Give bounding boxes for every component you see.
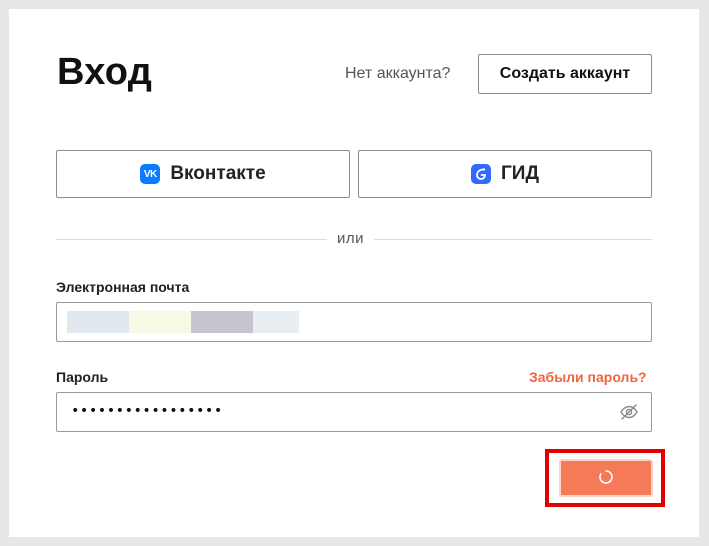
redacted-email-block bbox=[67, 311, 129, 333]
page-title: Вход bbox=[57, 51, 153, 93]
eye-off-icon[interactable] bbox=[619, 403, 639, 421]
create-account-button[interactable]: Создать аккаунт bbox=[478, 54, 652, 94]
gid-login-button[interactable]: ГИД bbox=[358, 150, 652, 198]
divider-text: или bbox=[327, 230, 375, 247]
loading-spinner-icon bbox=[598, 469, 614, 488]
email-label: Электронная почта bbox=[56, 279, 190, 295]
vk-login-label: Вконтакте bbox=[170, 163, 266, 184]
password-field[interactable]: ••••••••••••••••• bbox=[56, 392, 652, 432]
forgot-password-link[interactable]: Забыли пароль? bbox=[529, 369, 647, 385]
vk-logo-icon: VK bbox=[140, 164, 161, 184]
login-card: Вход Нет аккаунта? Создать аккаунт VK Вк… bbox=[9, 9, 699, 537]
password-value: ••••••••••••••••• bbox=[71, 403, 223, 419]
submit-button[interactable] bbox=[559, 459, 653, 497]
email-field[interactable] bbox=[56, 302, 652, 342]
redacted-email-block bbox=[129, 311, 191, 333]
vk-login-button[interactable]: VK Вконтакте bbox=[56, 150, 350, 198]
gid-logo-icon bbox=[471, 164, 492, 184]
no-account-text: Нет аккаунта? bbox=[345, 65, 451, 82]
redacted-email-block bbox=[253, 311, 299, 333]
gid-login-label: ГИД bbox=[501, 163, 539, 184]
password-label: Пароль bbox=[56, 369, 109, 385]
redacted-email-block bbox=[191, 311, 253, 333]
